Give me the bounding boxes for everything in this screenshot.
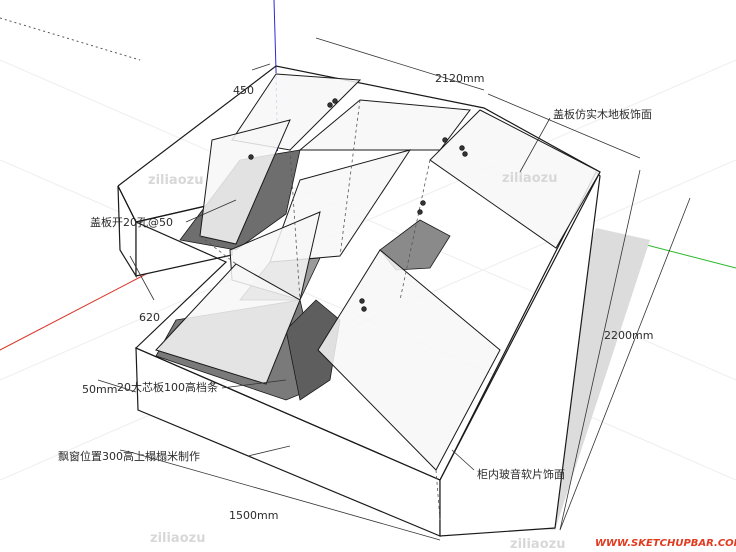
note-lid-holes: 盖板开20孔@50 [90,215,173,229]
dim-right-length: 2200mm [604,329,653,342]
dim-top-left-depth: 450 [233,84,254,97]
dim-left-depth: 620 [139,311,160,324]
note-cabinet-inside: 柜内玻音软片饰面 [477,467,565,481]
dim-bottom-length: 1500mm [229,509,278,522]
watermark: ziliaozu [150,531,205,546]
note-bay-window: 飘窗位置300高上榻榻米制作 [58,449,200,463]
note-partition: 20大芯板100高档条 [117,380,218,394]
knob-icon [420,200,426,206]
knob-icon [442,137,448,143]
watermark: ziliaozu [502,171,557,186]
tatami-3d-model: ziliaozu ziliaozu ziliaozu ziliaozu 2120… [0,0,736,552]
knob-icon [327,102,333,108]
brand-logo: WWW.SKETCHUPBAR.COM [595,538,736,549]
knob-icon [417,209,423,215]
dim-board-thickness: 50mm [82,383,117,396]
knob-icon [361,306,367,312]
watermark: ziliaozu [510,537,565,552]
knob-icon [459,145,465,151]
knob-icon [462,151,468,157]
knob-icon [332,98,338,104]
note-lid-finish: 盖板仿实木地板饰面 [553,107,652,121]
knob-icon [248,154,254,160]
axis-red [0,271,151,351]
watermark: ziliaozu [148,173,203,188]
axis-black-dashed [0,17,141,61]
knob-icon [359,298,365,304]
dim-top-length: 2120mm [435,72,484,85]
axis-blue [273,0,277,71]
